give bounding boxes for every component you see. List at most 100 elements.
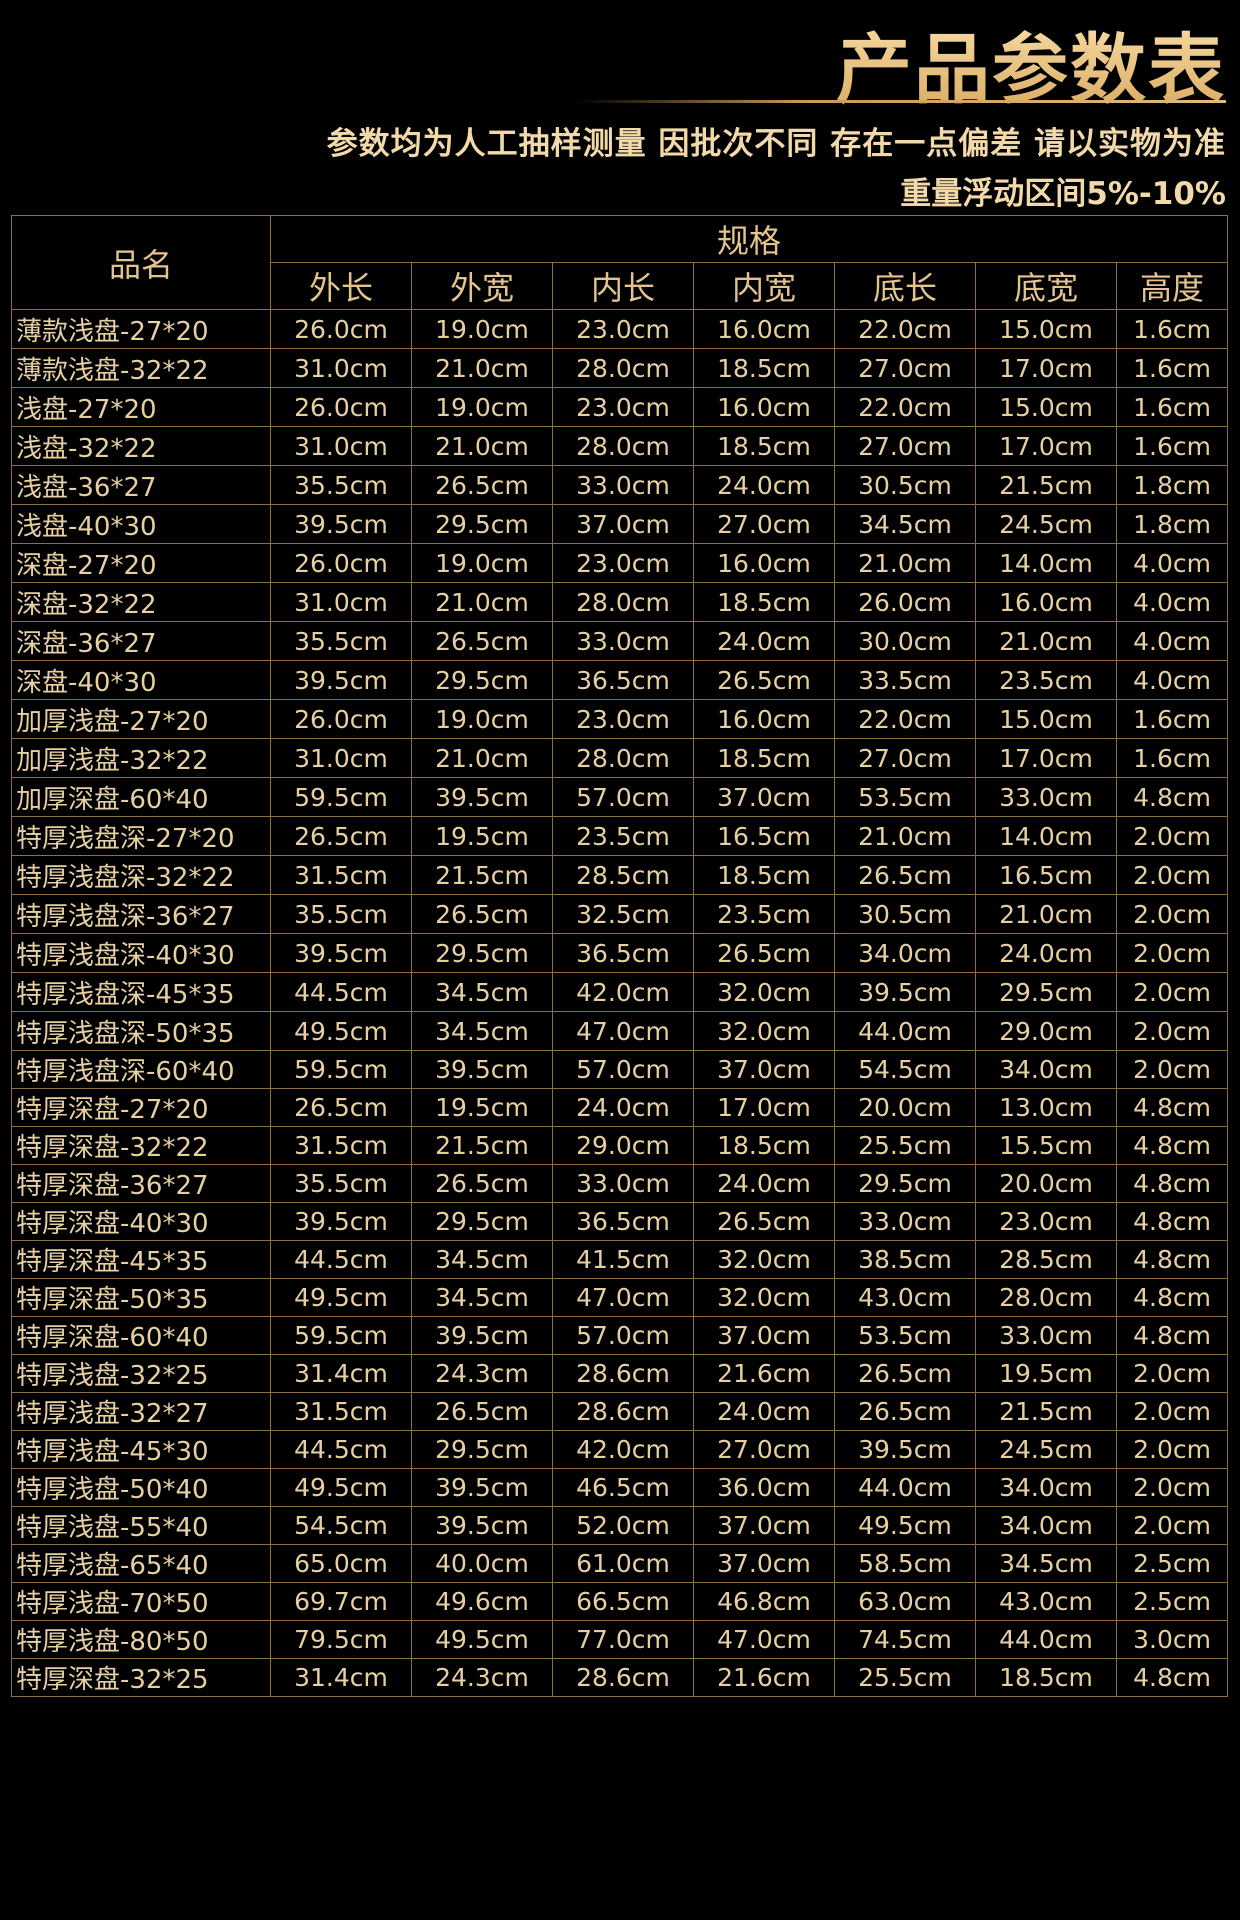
table-row: 深盘-32*22 31.0cm 21.0cm 28.0cm 18.5cm 26.0cm 16… xyxy=(11,582,1229,622)
spec-value-cell: 33.0cm xyxy=(834,1202,976,1241)
table-row: 深盘-40*30 39.5cm 29.5cm 36.5cm 26.5cm 33.5cm 23… xyxy=(11,660,1229,700)
spec-value-cell: 49.5cm xyxy=(411,1620,553,1659)
spec-value-cell: 2.5cm xyxy=(1115,1544,1229,1583)
product-name-cell: 特厚浅盘-32*27 xyxy=(11,1392,271,1431)
spec-value-cell: 4.8cm xyxy=(1115,1126,1229,1165)
spec-value-cell: 19.0cm xyxy=(411,387,553,427)
product-name-cell: 特厚浅盘深-27*20 xyxy=(11,816,271,856)
table-row: 特厚浅盘深-36*27 35.5cm 26.5cm 32.5cm 23.5cm 30.5c… xyxy=(11,894,1229,934)
spec-value-cell: 4.0cm xyxy=(1115,660,1229,700)
product-name-cell: 深盘-32*22 xyxy=(11,582,271,622)
spec-value-cell: 31.4cm xyxy=(270,1658,412,1697)
spec-value-cell: 59.5cm xyxy=(270,777,412,817)
spec-value-cell: 1.6cm xyxy=(1115,387,1229,427)
spec-value-cell: 36.5cm xyxy=(552,933,694,973)
spec-value-cell: 43.0cm xyxy=(975,1582,1117,1621)
product-name-cell: 浅盘-32*22 xyxy=(11,426,271,466)
product-name-cell: 特厚浅盘深-45*35 xyxy=(11,972,271,1012)
spec-value-cell: 21.0cm xyxy=(411,426,553,466)
spec-value-cell: 79.5cm xyxy=(270,1620,412,1659)
spec-value-cell: 1.6cm xyxy=(1115,309,1229,349)
spec-value-cell: 31.4cm xyxy=(270,1354,412,1393)
spec-value-cell: 74.5cm xyxy=(834,1620,976,1659)
spec-value-cell: 22.0cm xyxy=(834,699,976,739)
product-name-cell: 加厚浅盘-32*22 xyxy=(11,738,271,778)
spec-value-cell: 19.0cm xyxy=(411,543,553,583)
table-row: 特厚深盘-40*30 39.5cm 29.5cm 36.5cm 26.5cm 33.0cm… xyxy=(11,1202,1229,1241)
spec-value-cell: 26.5cm xyxy=(411,894,553,934)
spec-value-cell: 39.5cm xyxy=(270,660,412,700)
spec-value-cell: 66.5cm xyxy=(552,1582,694,1621)
table-row: 深盘-27*20 26.0cm 19.0cm 23.0cm 16.0cm 21.0cm 14… xyxy=(11,543,1229,583)
product-name-cell: 特厚深盘-36*27 xyxy=(11,1164,271,1203)
spec-value-cell: 1.6cm xyxy=(1115,348,1229,388)
product-name-cell: 特厚浅盘-50*40 xyxy=(11,1468,271,1507)
spec-value-cell: 21.0cm xyxy=(975,894,1117,934)
spec-value-cell: 18.5cm xyxy=(693,348,835,388)
spec-value-cell: 24.5cm xyxy=(975,504,1117,544)
spec-value-cell: 37.0cm xyxy=(693,1544,835,1583)
spec-value-cell: 4.0cm xyxy=(1115,621,1229,661)
spec-value-cell: 35.5cm xyxy=(270,1164,412,1203)
spec-value-cell: 46.5cm xyxy=(552,1468,694,1507)
spec-value-cell: 28.6cm xyxy=(552,1658,694,1697)
table-row: 浅盘-40*30 39.5cm 29.5cm 37.0cm 27.0cm 34.5cm 24… xyxy=(11,504,1229,544)
spec-value-cell: 18.5cm xyxy=(693,582,835,622)
disclaimer-text: 参数均为人工抽样测量 因批次不同 存在一点偏差 请以实物为准 xyxy=(326,126,1226,162)
product-name-cell: 特厚浅盘深-60*40 xyxy=(11,1050,271,1089)
spec-value-cell: 16.0cm xyxy=(693,699,835,739)
spec-value-cell: 49.5cm xyxy=(270,1278,412,1317)
spec-value-cell: 24.0cm xyxy=(975,933,1117,973)
spec-value-cell: 21.0cm xyxy=(411,738,553,778)
spec-value-cell: 26.5cm xyxy=(411,1164,553,1203)
spec-value-cell: 15.5cm xyxy=(975,1126,1117,1165)
spec-value-cell: 21.0cm xyxy=(834,816,976,856)
spec-value-cell: 16.0cm xyxy=(693,309,835,349)
spec-value-cell: 44.0cm xyxy=(975,1620,1117,1659)
product-name-cell: 特厚深盘-40*30 xyxy=(11,1202,271,1241)
spec-value-cell: 34.5cm xyxy=(411,1240,553,1279)
table-row: 特厚深盘-27*20 26.5cm 19.5cm 24.0cm 17.0cm 20.0cm… xyxy=(11,1088,1229,1127)
product-name-cell: 特厚浅盘深-32*22 xyxy=(11,855,271,895)
product-name-cell: 特厚浅盘-80*50 xyxy=(11,1620,271,1659)
spec-value-cell: 31.0cm xyxy=(270,582,412,622)
spec-value-cell: 21.0cm xyxy=(834,543,976,583)
spec-value-cell: 26.5cm xyxy=(693,1202,835,1241)
spec-value-cell: 28.6cm xyxy=(552,1354,694,1393)
spec-value-cell: 49.6cm xyxy=(411,1582,553,1621)
spec-value-cell: 23.5cm xyxy=(693,894,835,934)
table-row: 特厚浅盘-50*40 49.5cm 39.5cm 46.5cm 36.0cm 44.0cm… xyxy=(11,1468,1229,1507)
spec-value-cell: 17.0cm xyxy=(975,426,1117,466)
spec-value-cell: 23.0cm xyxy=(552,543,694,583)
spec-value-cell: 63.0cm xyxy=(834,1582,976,1621)
spec-value-cell: 33.5cm xyxy=(834,660,976,700)
spec-value-cell: 61.0cm xyxy=(552,1544,694,1583)
spec-value-cell: 21.5cm xyxy=(975,1392,1117,1431)
spec-value-cell: 43.0cm xyxy=(834,1278,976,1317)
spec-value-cell: 24.3cm xyxy=(411,1354,553,1393)
spec-value-cell: 19.0cm xyxy=(411,699,553,739)
product-name-cell: 特厚深盘-60*40 xyxy=(11,1316,271,1355)
product-name-cell: 浅盘-27*20 xyxy=(11,387,271,427)
spec-value-cell: 39.5cm xyxy=(270,1202,412,1241)
spec-value-cell: 23.0cm xyxy=(552,699,694,739)
product-name-cell: 薄款浅盘-32*22 xyxy=(11,348,271,388)
spec-value-cell: 57.0cm xyxy=(552,777,694,817)
spec-value-cell: 37.0cm xyxy=(693,777,835,817)
spec-value-cell: 19.0cm xyxy=(411,309,553,349)
spec-value-cell: 2.0cm xyxy=(1115,1430,1229,1469)
spec-value-cell: 77.0cm xyxy=(552,1620,694,1659)
spec-value-cell: 44.0cm xyxy=(834,1468,976,1507)
spec-value-cell: 33.0cm xyxy=(552,465,694,505)
spec-value-cell: 42.0cm xyxy=(552,1430,694,1469)
spec-value-cell: 33.0cm xyxy=(975,777,1117,817)
spec-value-cell: 52.0cm xyxy=(552,1506,694,1545)
spec-value-cell: 22.0cm xyxy=(834,387,976,427)
spec-value-cell: 34.0cm xyxy=(975,1050,1117,1089)
spec-value-cell: 2.5cm xyxy=(1115,1582,1229,1621)
spec-value-cell: 31.0cm xyxy=(270,738,412,778)
spec-value-cell: 29.5cm xyxy=(975,972,1117,1012)
spec-value-cell: 20.0cm xyxy=(834,1088,976,1127)
spec-value-cell: 37.0cm xyxy=(693,1050,835,1089)
spec-value-cell: 18.5cm xyxy=(693,738,835,778)
